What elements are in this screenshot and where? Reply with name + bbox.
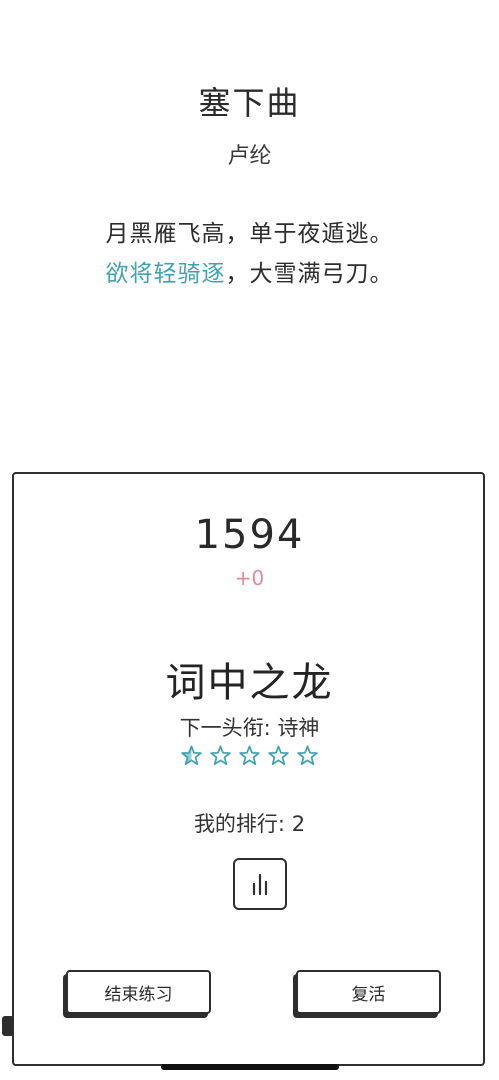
- star-icon: [297, 745, 318, 765]
- rank-title: 词中之龙: [165, 660, 334, 706]
- star-icon: [239, 745, 260, 765]
- score-delta: +0: [234, 566, 265, 590]
- my-rank: 我的排行: 2: [193, 812, 306, 836]
- star-rating: [0, 744, 499, 767]
- poem-title: 塞下曲: [198, 84, 301, 122]
- poem-line-1: 月黑雁飞高，单于夜遁逃。: [105, 221, 394, 247]
- revive-button[interactable]: 复活: [296, 970, 441, 1014]
- leaderboard-button[interactable]: [233, 858, 287, 910]
- poem-author: 卢纶: [227, 144, 272, 169]
- end-practice-button[interactable]: 结束练习: [66, 970, 211, 1014]
- next-title: 下一头衔: 诗神: [179, 716, 320, 740]
- star-icon: [210, 745, 231, 765]
- card-edge-tab: [2, 1016, 14, 1036]
- score-value: 1594: [194, 512, 305, 558]
- poem-line-2-highlight: 欲将轻骑逐: [105, 261, 226, 287]
- poem-section: 塞下曲 卢纶 月黑雁飞高，单于夜遁逃。 欲将轻骑逐，大雪满弓刀。: [0, 0, 499, 320]
- poem-line-2-rest: ，大雪满弓刀。: [225, 261, 394, 287]
- star-icon: [268, 745, 289, 765]
- home-indicator[interactable]: [161, 1064, 339, 1070]
- poem-line-2: 欲将轻骑逐，大雪满弓刀。: [0, 254, 499, 288]
- star-icon: [181, 745, 202, 765]
- bar-chart-icon: [252, 873, 268, 896]
